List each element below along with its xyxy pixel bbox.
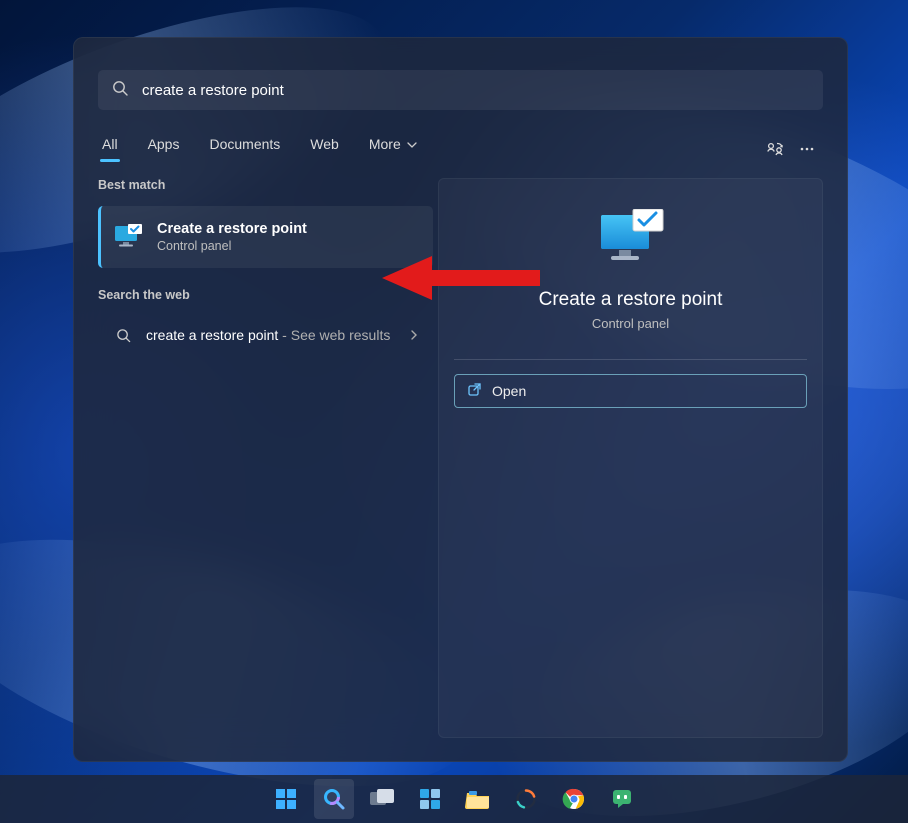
taskbar-chrome-button[interactable] bbox=[554, 779, 594, 819]
tab-web[interactable]: Web bbox=[306, 136, 343, 162]
chevron-right-icon bbox=[405, 329, 423, 341]
open-external-icon bbox=[467, 382, 482, 400]
taskbar bbox=[0, 775, 908, 823]
taskbar-loading-app-icon[interactable] bbox=[506, 779, 546, 819]
tab-documents[interactable]: Documents bbox=[205, 136, 284, 162]
taskbar-start-button[interactable] bbox=[266, 779, 306, 819]
best-match-title: Create a restore point bbox=[157, 221, 307, 237]
tab-all[interactable]: All bbox=[98, 136, 122, 162]
taskbar-chat-button[interactable] bbox=[602, 779, 642, 819]
taskbar-search-button[interactable] bbox=[314, 779, 354, 819]
search-icon bbox=[112, 80, 128, 101]
chevron-down-icon bbox=[405, 136, 417, 152]
tab-more[interactable]: More bbox=[365, 136, 421, 162]
detail-title: Create a restore point bbox=[454, 289, 807, 311]
web-result-text: create a restore point - See web results bbox=[146, 326, 405, 345]
more-options-icon[interactable] bbox=[791, 133, 823, 165]
section-best-match-label: Best match bbox=[98, 178, 433, 192]
best-match-subtitle: Control panel bbox=[157, 239, 307, 253]
account-sync-icon[interactable] bbox=[759, 133, 791, 165]
tab-more-label: More bbox=[369, 136, 401, 152]
separator bbox=[454, 359, 807, 360]
monitor-check-icon bbox=[111, 222, 145, 252]
taskbar-widgets-button[interactable] bbox=[410, 779, 450, 819]
section-search-web-label: Search the web bbox=[98, 288, 433, 302]
open-button-label: Open bbox=[492, 383, 526, 399]
web-search-result[interactable]: create a restore point - See web results bbox=[98, 316, 433, 355]
search-bar[interactable] bbox=[98, 70, 823, 110]
monitor-check-icon bbox=[454, 209, 807, 267]
taskbar-file-explorer-button[interactable] bbox=[458, 779, 498, 819]
search-filter-row: All Apps Documents Web More bbox=[98, 132, 823, 166]
best-match-result[interactable]: Create a restore point Control panel bbox=[98, 206, 433, 268]
search-results-column: Best match Create a restore point Contro… bbox=[98, 178, 433, 355]
detail-subtitle: Control panel bbox=[454, 316, 807, 331]
open-button[interactable]: Open bbox=[454, 374, 807, 408]
tab-apps[interactable]: Apps bbox=[144, 136, 184, 162]
windows-search-flyout: All Apps Documents Web More Best match bbox=[73, 37, 848, 762]
search-input[interactable] bbox=[140, 81, 809, 100]
taskbar-task-view-button[interactable] bbox=[362, 779, 402, 819]
search-icon bbox=[112, 328, 134, 343]
result-detail-pane: Create a restore point Control panel Ope… bbox=[438, 178, 823, 738]
